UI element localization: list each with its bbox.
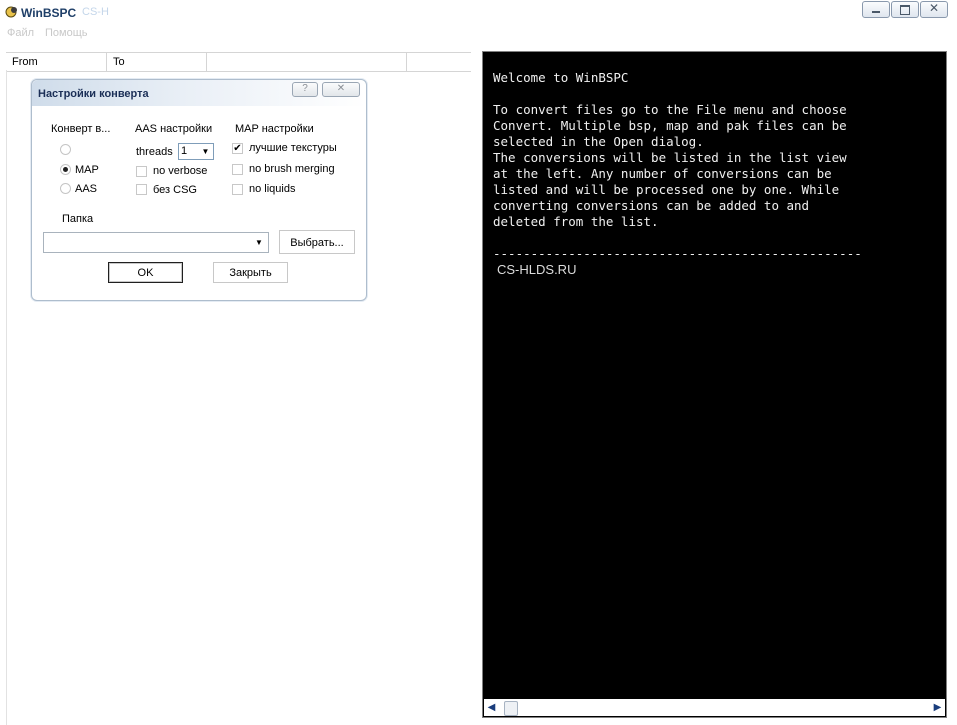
best-textures-checkbox[interactable]: ✔ bbox=[232, 143, 243, 154]
menu-file[interactable]: Файл bbox=[7, 27, 34, 39]
minimize-icon bbox=[872, 11, 880, 13]
map-group-label: MAP настройки bbox=[235, 123, 314, 135]
browse-button[interactable]: Выбрать... bbox=[279, 230, 355, 254]
convert-radio-map-label: MAP bbox=[75, 164, 99, 176]
no-liquids-label: no liquids bbox=[249, 183, 296, 195]
folder-combobox[interactable]: ▼ bbox=[43, 232, 269, 253]
conversion-list-header: From To bbox=[6, 52, 471, 72]
window-title: WinBSPC bbox=[21, 6, 77, 20]
threads-label: threads bbox=[136, 146, 173, 158]
ok-button[interactable]: OK bbox=[108, 262, 183, 283]
best-textures-label: лучшие текстуры bbox=[249, 142, 337, 154]
minimize-button[interactable] bbox=[862, 1, 890, 18]
no-liquids-checkbox[interactable] bbox=[232, 184, 243, 195]
close-dialog-button[interactable]: Закрыть bbox=[213, 262, 288, 283]
console-watermark: CS-HLDS.RU bbox=[497, 262, 577, 277]
horizontal-scrollbar[interactable]: ◀ ▶ bbox=[484, 699, 945, 716]
folder-label: Папка bbox=[62, 213, 94, 225]
close-icon: ✕ bbox=[928, 1, 940, 15]
window-controls: ✕ bbox=[861, 1, 948, 18]
chevron-down-icon[interactable]: ▼ bbox=[199, 145, 212, 158]
no-brush-merging-checkbox[interactable] bbox=[232, 164, 243, 175]
console-text: Welcome to WinBSPC To convert files go t… bbox=[493, 70, 862, 261]
threads-select[interactable]: 1 ▼ bbox=[178, 143, 214, 160]
column-from[interactable]: From bbox=[6, 53, 107, 71]
maximize-button[interactable] bbox=[891, 1, 919, 18]
convert-radio-map[interactable] bbox=[60, 164, 71, 175]
scroll-left-icon[interactable]: ◀ bbox=[486, 701, 497, 714]
no-verbose-checkbox[interactable] bbox=[136, 166, 147, 177]
dialog-close-button[interactable]: ✕ bbox=[322, 82, 360, 97]
threads-value: 1 bbox=[181, 145, 188, 157]
window-title-watermark: CS-H bbox=[82, 6, 109, 18]
title-bar: WinBSPC CS-H ✕ bbox=[0, 0, 957, 24]
convert-radio-aas-label: AAS bbox=[75, 183, 98, 195]
menu-help[interactable]: Помощь bbox=[45, 27, 88, 39]
convert-radio-empty[interactable] bbox=[60, 144, 71, 155]
convert-settings-dialog: Настройки конверта ? ✕ Конверт в... MAP … bbox=[31, 79, 367, 301]
convert-group-label: Конверт в... bbox=[51, 123, 111, 135]
column-to[interactable]: To bbox=[107, 53, 207, 71]
dialog-help-button[interactable]: ? bbox=[292, 82, 318, 97]
dialog-title: Настройки конверта bbox=[38, 88, 149, 100]
output-console: Welcome to WinBSPC To convert files go t… bbox=[482, 51, 947, 718]
no-csg-label: без CSG bbox=[153, 184, 197, 196]
no-csg-checkbox[interactable] bbox=[136, 184, 147, 195]
app-icon bbox=[5, 6, 17, 18]
scroll-right-icon[interactable]: ▶ bbox=[932, 701, 943, 714]
column-empty[interactable] bbox=[207, 53, 407, 71]
scroll-thumb[interactable] bbox=[504, 701, 518, 716]
chevron-down-icon[interactable]: ▼ bbox=[252, 235, 266, 250]
no-brush-merging-label: no brush merging bbox=[249, 163, 335, 175]
convert-radio-aas[interactable] bbox=[60, 183, 71, 194]
close-button[interactable]: ✕ bbox=[920, 1, 948, 18]
aas-group-label: AAS настройки bbox=[135, 123, 213, 135]
no-verbose-label: no verbose bbox=[153, 165, 208, 177]
maximize-icon bbox=[900, 5, 910, 15]
list-left-border bbox=[6, 70, 7, 725]
